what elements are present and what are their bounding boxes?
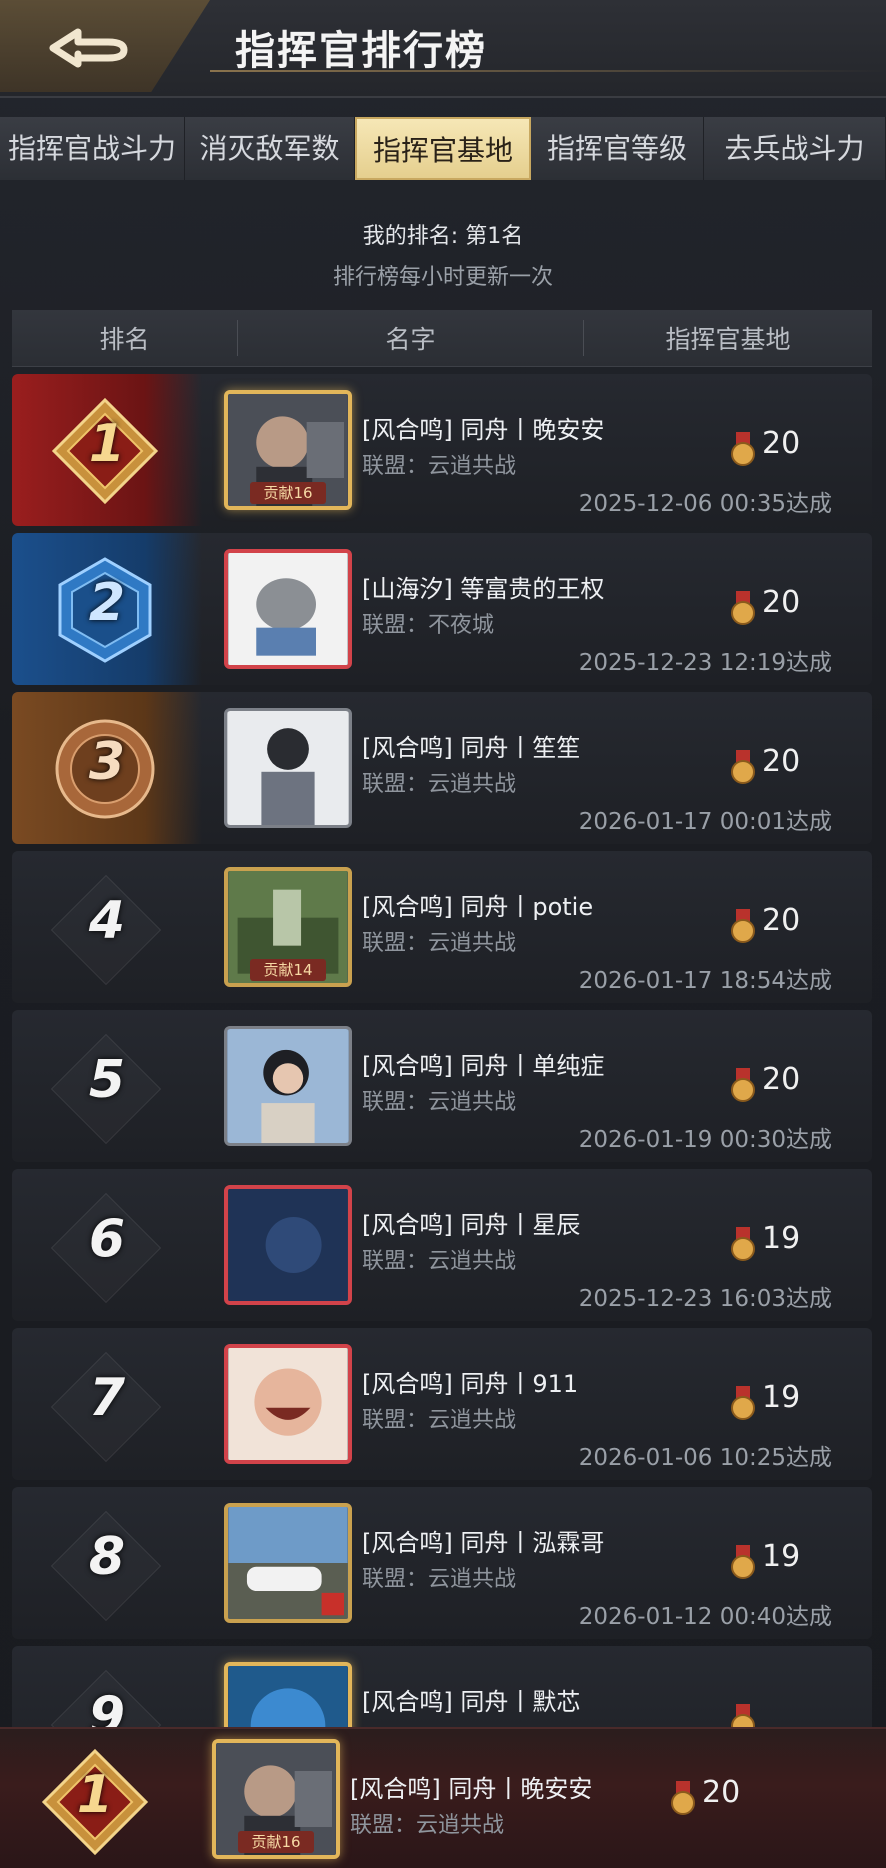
alliance-name: 联盟：云逍共战 (350, 1813, 505, 1838)
avatar[interactable] (224, 549, 352, 669)
player-name: [山海汐] 等富贵的王权 (362, 575, 605, 603)
rank-number: 4 (88, 891, 126, 951)
medal-score-icon (671, 1781, 695, 1815)
alliance-name: 联盟：云逍共战 (362, 1090, 517, 1115)
avatar-image (227, 1029, 349, 1143)
column-base: 指挥官基地 (665, 325, 791, 354)
alliance-name: 联盟：云逍共战 (362, 454, 517, 479)
base-score: 20 (702, 1775, 741, 1810)
medal-score-icon (731, 591, 755, 625)
medal-score-icon (731, 432, 755, 466)
medal-score-icon (731, 1227, 755, 1261)
base-score: 20 (762, 426, 801, 461)
tab-bar: 指挥官战斗力 消灭敌军数 指挥官基地 指挥官等级 去兵战斗力 (0, 117, 886, 180)
achieved-time: 2026-01-12 00:40达成 (578, 1604, 832, 1630)
update-note: 排行榜每小时更新一次 (332, 265, 553, 290)
my-rank-text: 我的排名: 第1名 (362, 224, 524, 249)
base-score: 20 (762, 585, 801, 620)
avatar[interactable]: 贡献16 (212, 1739, 340, 1859)
base-score: 20 (762, 903, 801, 938)
my-entry-bar[interactable]: 1 贡献16 [风合鸣] 同舟丨晚安安 联盟：云逍共战 20 (0, 1727, 886, 1868)
tab-commander-level[interactable]: 指挥官等级 (531, 117, 704, 180)
alliance-name: 联盟：云逍共战 (362, 931, 517, 956)
column-rank: 排名 (99, 325, 150, 354)
header-divider (210, 70, 886, 72)
avatar[interactable] (224, 1344, 352, 1464)
achieved-time: 2026-01-17 00:01达成 (578, 809, 832, 835)
tab-troop-power[interactable]: 去兵战斗力 (704, 117, 886, 180)
avatar-image (228, 553, 348, 665)
player-name: [风合鸣] 同舟丨星辰 (362, 1211, 581, 1239)
contribution-badge: 贡献14 (250, 959, 326, 981)
alliance-name: 联盟：云逍共战 (362, 772, 517, 797)
alliance-name: 联盟：云逍共战 (362, 1567, 517, 1592)
achieved-time: 2026-01-06 10:25达成 (578, 1445, 832, 1471)
avatar[interactable] (224, 708, 352, 828)
alliance-name: 联盟：不夜城 (362, 613, 495, 638)
tab-commander-power[interactable]: 指挥官战斗力 (0, 117, 185, 180)
rank-number: 3 (88, 732, 126, 792)
table-row[interactable]: 4 贡献14 [风合鸣] 同舟丨potie 联盟：云逍共战 20 2026-01… (12, 851, 872, 1003)
player-name: [风合鸣] 同舟丨泓霖哥 (362, 1529, 605, 1557)
table-row[interactable]: 5 [风合鸣] 同舟丨单纯症 联盟：云逍共战 20 2026-01-19 00:… (12, 1010, 872, 1162)
contribution-badge: 贡献16 (250, 482, 326, 504)
achieved-time: 2026-01-19 00:30达成 (578, 1127, 832, 1153)
base-score: 19 (762, 1380, 801, 1415)
avatar[interactable] (224, 1503, 352, 1623)
back-button[interactable] (0, 0, 210, 92)
avatar[interactable]: 贡献16 (224, 390, 352, 510)
column-name: 名字 (385, 325, 436, 354)
achieved-time: 2025-12-23 16:03达成 (578, 1286, 832, 1312)
player-name: [风合鸣] 同舟丨911 (362, 1370, 579, 1398)
tab-enemies-killed[interactable]: 消灭敌军数 (185, 117, 355, 180)
table-row[interactable]: 7 [风合鸣] 同舟丨911 联盟：云逍共战 19 2026-01-06 10:… (12, 1328, 872, 1480)
rank-number: 1 (88, 414, 126, 474)
player-name: [风合鸣] 同舟丨potie (362, 893, 594, 921)
avatar-image (228, 1348, 348, 1460)
alliance-name: 联盟：云逍共战 (362, 1408, 517, 1433)
rank-number: 6 (88, 1209, 126, 1269)
table-row[interactable]: 8 [风合鸣] 同舟丨泓霖哥 联盟：云逍共战 19 2026-01-12 00:… (12, 1487, 872, 1639)
avatar[interactable]: 贡献14 (224, 867, 352, 987)
achieved-time: 2025-12-06 00:35达成 (578, 491, 832, 517)
player-name: [风合鸣] 同舟丨晚安安 (362, 416, 605, 444)
medal-score-icon (731, 1386, 755, 1420)
avatar-image (228, 1507, 348, 1619)
medal-score-icon (731, 1545, 755, 1579)
avatar[interactable] (224, 1026, 352, 1146)
table-row[interactable]: 6 [风合鸣] 同舟丨星辰 联盟：云逍共战 19 2025-12-23 16:0… (12, 1169, 872, 1321)
table-row[interactable]: 2 [山海汐] 等富贵的王权 联盟：不夜城 20 2025-12-23 12:1… (12, 533, 872, 685)
rank-number: 7 (88, 1368, 126, 1428)
achieved-time: 2025-12-23 12:19达成 (578, 650, 832, 676)
rank-number: 8 (88, 1527, 126, 1587)
rank-number: 5 (88, 1050, 126, 1110)
avatar-image (228, 1189, 348, 1301)
back-arrow-icon (49, 28, 128, 68)
achieved-time: 2026-01-17 18:54达成 (578, 968, 832, 994)
table-row[interactable]: 3 [风合鸣] 同舟丨笙笙 联盟：云逍共战 20 2026-01-17 00:0… (12, 692, 872, 844)
base-score: 20 (762, 744, 801, 779)
page-title: 指挥官排行榜 (235, 28, 487, 74)
table-row[interactable]: 1 贡献16 [风合鸣] 同舟丨晚安安 联盟：云逍共战 20 2025-12-0… (12, 374, 872, 526)
rank-number: 2 (88, 573, 126, 633)
alliance-name: 联盟：云逍共战 (362, 1249, 517, 1274)
base-score: 19 (762, 1539, 801, 1574)
avatar-image (227, 711, 349, 825)
base-score: 19 (762, 1221, 801, 1256)
tab-commander-base[interactable]: 指挥官基地 (355, 117, 531, 180)
player-name: [风合鸣] 同舟丨晚安安 (350, 1775, 593, 1803)
top-bar: 指挥官排行榜 (0, 0, 886, 98)
medal-score-icon (731, 909, 755, 943)
medal-score-icon (731, 750, 755, 784)
player-name: [风合鸣] 同舟丨默芯 (362, 1688, 581, 1716)
column-header: 排名 名字 指挥官基地 (12, 310, 872, 367)
rank-number: 1 (76, 1765, 114, 1825)
medal-score-icon (731, 1068, 755, 1102)
player-name: [风合鸣] 同舟丨单纯症 (362, 1052, 605, 1080)
contribution-badge: 贡献16 (238, 1831, 314, 1853)
avatar[interactable] (224, 1185, 352, 1305)
base-score: 20 (762, 1062, 801, 1097)
player-name: [风合鸣] 同舟丨笙笙 (362, 734, 581, 762)
